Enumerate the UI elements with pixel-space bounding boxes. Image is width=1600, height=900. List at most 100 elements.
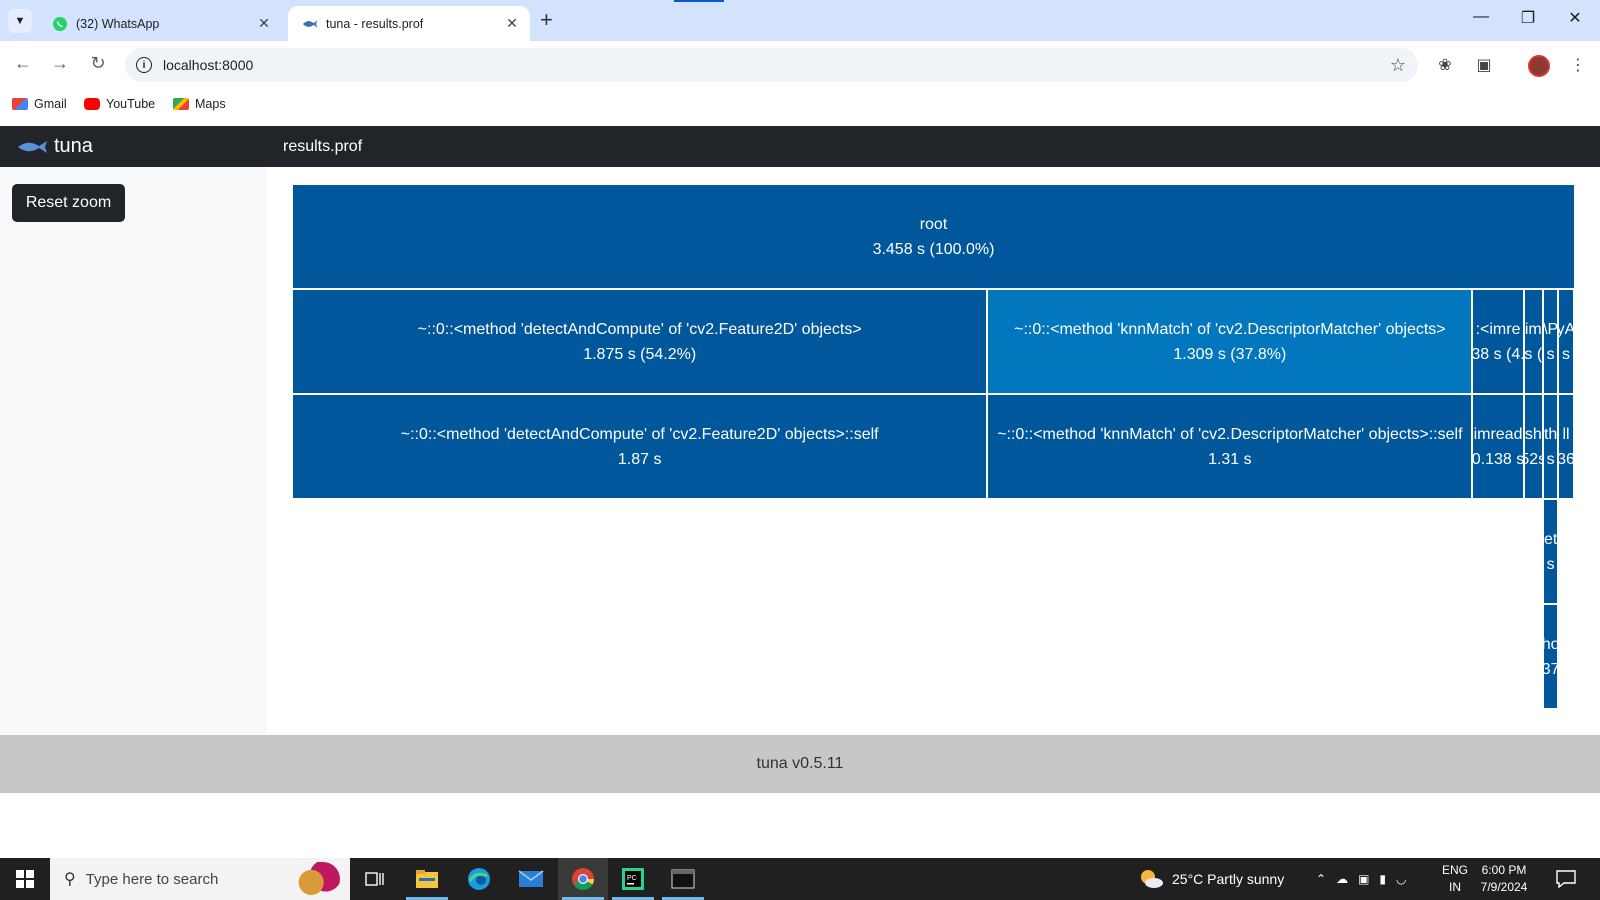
display-icon[interactable]: ▣ xyxy=(1358,872,1369,886)
taskbar-terminal[interactable] xyxy=(658,858,708,900)
icicle-node-time: 1.31 s xyxy=(1208,450,1252,468)
battery-icon[interactable]: ▮ xyxy=(1379,872,1386,886)
bookmark-gmail[interactable]: Gmail xyxy=(12,97,67,111)
search-highlight-image xyxy=(292,862,340,896)
icicle-node-time: s xyxy=(1546,555,1555,573)
bookmark-youtube[interactable]: YouTube xyxy=(84,97,155,111)
app-navbar: tuna results.prof xyxy=(0,126,1600,167)
profile-avatar[interactable] xyxy=(1528,55,1550,77)
icicle-node[interactable]: sh 52s xyxy=(1523,394,1543,499)
show-hidden-icons-icon[interactable]: ⌃ xyxy=(1316,872,1326,886)
icicle-node-time: 1.309 s (37.8%) xyxy=(1173,345,1287,363)
reset-zoom-button[interactable]: Reset zoom xyxy=(12,184,125,222)
task-view-icon xyxy=(365,872,384,886)
icicle-node-time: 52s xyxy=(1525,450,1542,468)
icicle-node-label: ~::0::<method 'knnMatch' of 'cv2.Descrip… xyxy=(997,425,1463,443)
language-code: ENG xyxy=(1441,863,1468,877)
icicle-node-label: :<imre xyxy=(1475,320,1521,338)
icicle-node[interactable]: ~::0::<method 'detectAndCompute' of 'cv2… xyxy=(292,289,988,394)
windows-logo-icon xyxy=(16,870,34,888)
wifi-icon[interactable]: ◡ xyxy=(1396,872,1406,886)
icicle-node-label: sh xyxy=(1524,425,1542,443)
pycharm-icon: PC xyxy=(622,868,644,890)
forward-button[interactable]: → xyxy=(48,53,72,74)
icicle-node-label: \P xyxy=(1543,320,1559,338)
taskbar-pycharm[interactable]: PC xyxy=(608,858,658,900)
tab-drag-indicator xyxy=(674,0,724,2)
start-button[interactable] xyxy=(0,858,50,900)
language-indicator[interactable]: ENG IN xyxy=(1440,862,1470,896)
close-tab-icon[interactable]: ✕ xyxy=(254,15,274,32)
address-bar[interactable]: i localhost:8000 ☆ xyxy=(125,48,1418,82)
edge-icon xyxy=(468,868,490,890)
extension-bug-icon[interactable]: ❀ xyxy=(1434,54,1456,76)
icicle-node[interactable]: et s xyxy=(1542,499,1559,604)
system-tray: ⌃ ☁ ▣ ▮ ◡ xyxy=(1316,858,1407,900)
reload-button[interactable]: ↻ xyxy=(86,53,110,74)
icicle-node-time: s ( xyxy=(1524,345,1543,363)
bookmark-star-icon[interactable]: ☆ xyxy=(1390,55,1406,76)
site-info-icon[interactable]: i xyxy=(136,57,152,73)
onedrive-icon[interactable]: ☁ xyxy=(1336,872,1348,886)
icicle-node[interactable]: ~::0::<method 'knnMatch' of 'cv2.Descrip… xyxy=(987,289,1473,394)
taskbar-edge[interactable] xyxy=(454,858,504,900)
bookmark-maps[interactable]: Maps xyxy=(173,97,226,111)
app-brand[interactable]: tuna xyxy=(16,126,93,167)
taskbar-chrome[interactable] xyxy=(558,858,608,900)
icicle-node-label: et xyxy=(1543,530,1558,548)
notification-icon xyxy=(1556,870,1576,888)
icicle-node[interactable]: ~::0::<method 'knnMatch' of 'cv2.Descrip… xyxy=(987,394,1473,499)
task-view-button[interactable] xyxy=(350,858,400,900)
icicle-node[interactable]: \P s xyxy=(1542,289,1559,394)
taskbar-mail[interactable] xyxy=(506,858,556,900)
terminal-icon xyxy=(671,869,695,889)
close-window-button[interactable]: ✕ xyxy=(1560,8,1590,28)
browser-tab-strip: ▼ (32) WhatsApp ✕ tuna - results.prof ✕ … xyxy=(0,0,1600,41)
icicle-node[interactable]: ll 36 xyxy=(1558,394,1574,499)
version-text: tuna v0.5.11 xyxy=(756,755,844,772)
icicle-node[interactable]: ~::0::<method 'detectAndCompute' of 'cv2… xyxy=(292,394,988,499)
icicle-node-label: ho xyxy=(1544,632,1557,657)
sidebar: Reset zoom xyxy=(0,167,267,735)
bookmark-label: Gmail xyxy=(34,97,67,111)
taskbar-search-box[interactable]: ⚲ Type here to search xyxy=(50,858,350,900)
search-placeholder: Type here to search xyxy=(85,870,219,888)
bookmark-label: Maps xyxy=(195,97,226,111)
taskbar-clock[interactable]: 6:00 PM 7/9/2024 xyxy=(1468,862,1540,896)
icicle-node[interactable]: :<imre 38 s (4. xyxy=(1472,289,1524,394)
url-text[interactable]: localhost:8000 xyxy=(163,57,1390,73)
icicle-node[interactable]: im s ( xyxy=(1523,289,1543,394)
back-button[interactable]: ← xyxy=(11,53,35,74)
new-tab-button[interactable]: + xyxy=(540,9,553,31)
tab-whatsapp[interactable]: (32) WhatsApp ✕ xyxy=(38,6,282,41)
clock-date: 7/9/2024 xyxy=(1480,880,1528,894)
icicle-node-time: 1.87 s xyxy=(617,450,662,468)
clock-time: 6:00 PM xyxy=(1481,863,1527,877)
icicle-node[interactable]: yA s xyxy=(1558,289,1574,394)
minimize-window-button[interactable]: — xyxy=(1466,8,1496,26)
icicle-node[interactable]: th s xyxy=(1542,394,1559,499)
chevron-down-icon: ▼ xyxy=(14,15,26,27)
restore-window-button[interactable]: ❐ xyxy=(1513,8,1543,28)
tab-tuna-results[interactable]: tuna - results.prof ✕ xyxy=(288,6,530,41)
partly-sunny-icon xyxy=(1141,870,1163,888)
bookmark-label: YouTube xyxy=(106,97,156,111)
icicle-node-label: ll xyxy=(1562,425,1570,443)
close-tab-icon[interactable]: ✕ xyxy=(502,15,522,32)
icicle-node[interactable]: imread 0.138 s xyxy=(1472,394,1524,499)
taskbar-file-explorer[interactable] xyxy=(402,858,452,900)
region-code: IN xyxy=(1449,880,1461,894)
weather-widget[interactable]: 25°C Partly sunny xyxy=(1138,858,1284,900)
notifications-button[interactable] xyxy=(1556,858,1576,900)
icicle-node-time: 37 xyxy=(1544,657,1557,682)
file-explorer-icon xyxy=(416,870,438,888)
browser-menu-icon[interactable]: ⋮ xyxy=(1567,54,1589,76)
gmail-icon xyxy=(12,98,28,110)
icicle-node-time: 1.875 s (54.2%) xyxy=(583,345,697,363)
extensions-puzzle-icon[interactable]: ▣ xyxy=(1473,54,1495,76)
app-footer: tuna v0.5.11 xyxy=(0,735,1600,793)
icicle-node[interactable]: ho37 xyxy=(1542,604,1559,709)
icicle-node-time: s xyxy=(1546,345,1555,363)
icicle-node[interactable]: root 3.458 s (100.0%) xyxy=(292,184,1575,289)
tab-search-button[interactable]: ▼ xyxy=(8,9,32,33)
